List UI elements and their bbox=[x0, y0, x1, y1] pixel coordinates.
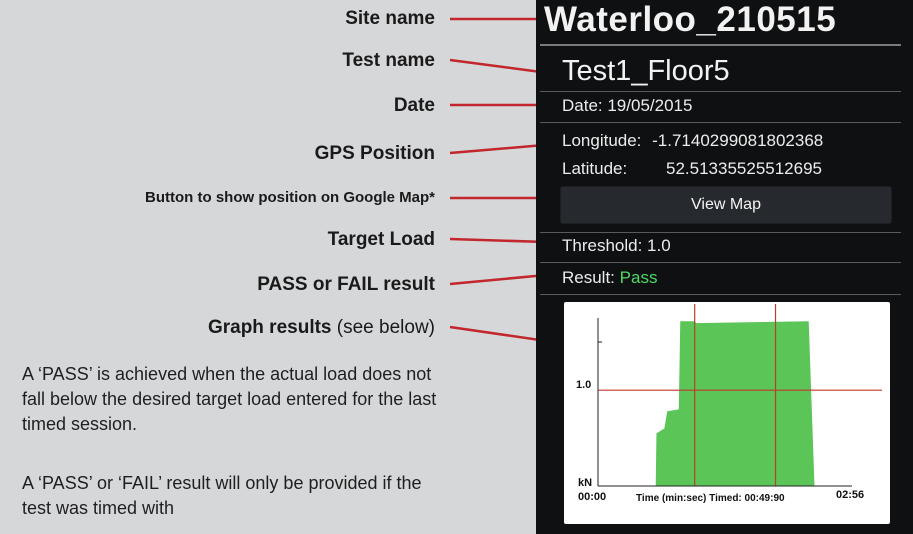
callout-graph-rest: (see below) bbox=[336, 317, 435, 338]
longitude-label: Longitude: bbox=[562, 131, 642, 150]
divider bbox=[540, 44, 901, 46]
longitude-row: Longitude: -1.7140299081802368 bbox=[562, 131, 823, 151]
callout-result: PASS or FAIL result bbox=[257, 274, 435, 295]
divider bbox=[540, 232, 901, 233]
note-pass-fail-rule: A ‘PASS’ or ‘FAIL’ result will only be p… bbox=[22, 473, 422, 518]
result-row: Result: Pass bbox=[562, 268, 657, 288]
threshold-row: Threshold: 1.0 bbox=[562, 236, 671, 255]
load-graph: 1.0 kN 00:00 Time (min:sec) Timed: 00:49… bbox=[564, 302, 890, 524]
note-pass-rule: A ‘PASS’ is achieved when the actual loa… bbox=[22, 364, 437, 434]
divider bbox=[540, 294, 901, 295]
result-label: Result: bbox=[562, 268, 615, 287]
callout-target-load: Target Load bbox=[327, 229, 435, 250]
callout-gps: GPS Position bbox=[314, 143, 435, 164]
load-area bbox=[598, 321, 852, 486]
longitude-value: -1.7140299081802368 bbox=[652, 131, 824, 150]
result-value: Pass bbox=[619, 268, 658, 287]
y-tick-label: 1.0 bbox=[576, 379, 591, 391]
x-tick-label-start: 00:00 bbox=[578, 491, 606, 503]
callout-graph: Graph results (see below) bbox=[208, 317, 435, 339]
callout-graph-bold: Graph results bbox=[207, 317, 332, 338]
callout-test-name: Test name bbox=[342, 50, 435, 71]
date-row: Date: 19/05/2015 bbox=[562, 96, 693, 115]
test-name: Test1_Floor5 bbox=[562, 55, 730, 87]
callout-date: Date bbox=[393, 95, 435, 116]
view-map-button[interactable]: View Map bbox=[560, 186, 892, 224]
leader-target-load bbox=[449, 237, 547, 244]
divider bbox=[540, 262, 901, 263]
divider bbox=[540, 122, 901, 123]
x-axis-label: Time (min:sec) Timed: 00:49:90 bbox=[636, 493, 785, 504]
latitude-label: Latitude: bbox=[562, 159, 628, 178]
site-name: Waterloo_210515 bbox=[544, 0, 837, 39]
divider bbox=[540, 91, 901, 92]
callout-site-name: Site name bbox=[345, 8, 435, 29]
y-axis-label: kN bbox=[578, 477, 592, 489]
phone-screen: Waterloo_210515 Test1_Floor5 Date: 19/05… bbox=[536, 0, 913, 534]
callout-map-button: Button to show position on Google Map* bbox=[145, 189, 435, 206]
latitude-value: 52.51335525512695 bbox=[666, 159, 822, 178]
latitude-row: Latitude: 52.51335525512695 bbox=[562, 159, 822, 179]
x-tick-label-end: 02:56 bbox=[836, 489, 864, 501]
leader-result bbox=[449, 273, 547, 286]
load-chart: 1.0 kN 00:00 Time (min:sec) Timed: 00:49… bbox=[576, 304, 882, 504]
